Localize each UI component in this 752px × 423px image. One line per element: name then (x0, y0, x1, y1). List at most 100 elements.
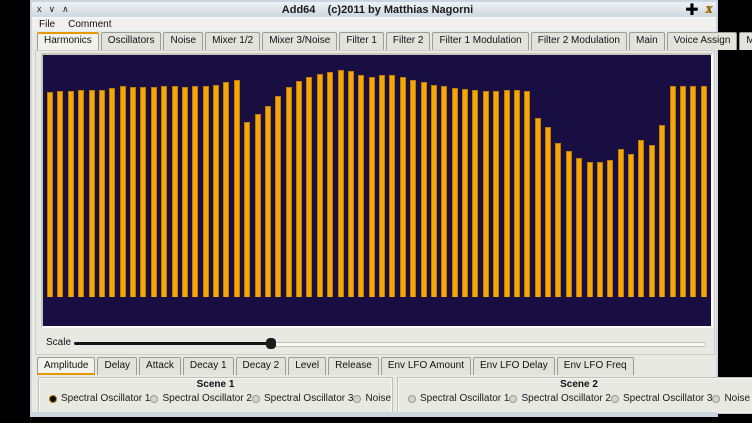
harmonic-bar-11[interactable] (151, 87, 157, 297)
menu-file[interactable]: File (39, 19, 55, 30)
tab-main[interactable]: Main (629, 32, 665, 50)
pin-icon[interactable]: ✚ (685, 0, 698, 20)
tab-filter-1-modulation[interactable]: Filter 1 Modulation (432, 32, 528, 50)
harmonic-bar-33[interactable] (379, 75, 385, 297)
radio-dot[interactable] (712, 395, 720, 403)
harmonic-bar-43[interactable] (483, 91, 489, 297)
harmonic-bar-49[interactable] (545, 127, 551, 297)
tab-voice-assign[interactable]: Voice Assign (667, 32, 738, 50)
tab-decay-1[interactable]: Decay 1 (183, 357, 234, 375)
radio-scene2-spectral-oscillator-1[interactable]: Spectral Oscillator 1 (408, 393, 509, 404)
harmonic-bar-6[interactable] (99, 90, 105, 297)
tab-noise[interactable]: Noise (163, 32, 203, 50)
iconify-icon[interactable]: ∨ (49, 2, 56, 17)
harmonic-bar-36[interactable] (410, 80, 416, 297)
harmonics-bar-chart[interactable] (43, 55, 711, 326)
tab-harmonics[interactable]: Harmonics (37, 32, 99, 50)
harmonic-bar-60[interactable] (659, 125, 665, 297)
radio-dot[interactable] (408, 395, 416, 403)
harmonic-bar-53[interactable] (587, 162, 593, 297)
tab-filter-2[interactable]: Filter 2 (386, 32, 431, 50)
harmonic-bar-14[interactable] (182, 87, 188, 297)
tab-filter-1[interactable]: Filter 1 (339, 32, 384, 50)
harmonic-bar-4[interactable] (78, 90, 84, 297)
harmonic-bar-30[interactable] (348, 71, 354, 297)
harmonic-bar-25[interactable] (296, 81, 302, 297)
harmonic-bar-23[interactable] (275, 96, 281, 297)
scale-slider[interactable] (74, 336, 708, 350)
radio-scene1-noise[interactable]: Noise (353, 393, 391, 404)
tab-amplitude[interactable]: Amplitude (37, 357, 95, 375)
harmonic-bar-22[interactable] (265, 106, 271, 297)
tab-attack[interactable]: Attack (139, 357, 181, 375)
radio-dot[interactable] (150, 395, 158, 403)
harmonic-bar-50[interactable] (555, 143, 561, 297)
harmonic-bar-47[interactable] (524, 91, 530, 297)
harmonic-bar-20[interactable] (244, 122, 250, 297)
harmonic-bar-38[interactable] (431, 85, 437, 297)
harmonic-bar-17[interactable] (213, 85, 219, 297)
harmonic-bar-24[interactable] (286, 87, 292, 297)
harmonic-bar-52[interactable] (576, 158, 582, 297)
tab-release[interactable]: Release (328, 357, 379, 375)
harmonic-bar-51[interactable] (566, 151, 572, 297)
tab-env-lfo-delay[interactable]: Env LFO Delay (473, 357, 555, 375)
harmonic-bar-61[interactable] (670, 86, 676, 297)
harmonic-bar-13[interactable] (172, 86, 178, 297)
harmonic-bar-28[interactable] (327, 72, 333, 297)
tab-level[interactable]: Level (288, 357, 326, 375)
harmonic-bar-46[interactable] (514, 90, 520, 297)
harmonic-bar-48[interactable] (535, 118, 541, 297)
harmonic-bar-55[interactable] (607, 160, 613, 297)
harmonic-bar-10[interactable] (140, 87, 146, 297)
radio-dot[interactable] (353, 395, 361, 403)
harmonic-bar-12[interactable] (161, 86, 167, 297)
radio-dot[interactable] (252, 395, 260, 403)
harmonic-bar-18[interactable] (223, 82, 229, 297)
slider-groove-filled[interactable] (74, 342, 270, 345)
radio-dot[interactable] (49, 395, 57, 403)
harmonic-bar-3[interactable] (68, 91, 74, 297)
maximize-icon[interactable]: ∧ (62, 2, 69, 17)
harmonic-bar-8[interactable] (120, 86, 126, 297)
slider-handle[interactable] (266, 338, 276, 349)
harmonic-bar-35[interactable] (400, 77, 406, 297)
harmonic-bar-39[interactable] (441, 86, 447, 297)
harmonic-bar-37[interactable] (421, 82, 427, 297)
harmonic-bar-59[interactable] (649, 145, 655, 297)
harmonic-bar-21[interactable] (255, 114, 261, 297)
x11-logo-icon[interactable]: X (705, 4, 712, 16)
slider-groove-empty[interactable] (274, 342, 706, 347)
harmonic-bar-19[interactable] (234, 80, 240, 297)
harmonic-bar-62[interactable] (680, 86, 686, 297)
harmonic-bar-56[interactable] (618, 149, 624, 297)
harmonic-bar-54[interactable] (597, 162, 603, 297)
tab-mixer-1-2[interactable]: Mixer 1/2 (205, 32, 260, 50)
harmonic-bar-2[interactable] (57, 91, 63, 297)
harmonic-bar-31[interactable] (358, 75, 364, 297)
menu-comment[interactable]: Comment (68, 19, 111, 30)
harmonic-bar-40[interactable] (452, 88, 458, 297)
harmonic-bar-42[interactable] (472, 90, 478, 297)
harmonic-bar-9[interactable] (130, 87, 136, 297)
tab-env-lfo-amount[interactable]: Env LFO Amount (381, 357, 471, 375)
harmonic-bar-44[interactable] (493, 91, 499, 297)
harmonic-bar-41[interactable] (462, 89, 468, 297)
radio-scene2-noise[interactable]: Noise (712, 393, 750, 404)
radio-dot[interactable] (509, 395, 517, 403)
tab-oscillators[interactable]: Oscillators (101, 32, 162, 50)
harmonic-bar-29[interactable] (338, 70, 344, 297)
tab-decay-2[interactable]: Decay 2 (236, 357, 287, 375)
tab-env-lfo-freq[interactable]: Env LFO Freq (557, 357, 634, 375)
tab-midi[interactable]: MIDI (739, 32, 752, 50)
radio-scene2-spectral-oscillator-3[interactable]: Spectral Oscillator 3 (611, 393, 712, 404)
harmonic-bar-32[interactable] (369, 77, 375, 297)
radio-scene1-spectral-oscillator-3[interactable]: Spectral Oscillator 3 (252, 393, 353, 404)
radio-scene2-spectral-oscillator-2[interactable]: Spectral Oscillator 2 (509, 393, 610, 404)
radio-scene1-spectral-oscillator-1[interactable]: Spectral Oscillator 1 (49, 393, 150, 404)
harmonic-bar-27[interactable] (317, 74, 323, 297)
tab-filter-2-modulation[interactable]: Filter 2 Modulation (531, 32, 627, 50)
close-icon[interactable]: x (37, 2, 42, 17)
harmonic-bar-58[interactable] (638, 140, 644, 297)
radio-scene1-spectral-oscillator-2[interactable]: Spectral Oscillator 2 (150, 393, 251, 404)
